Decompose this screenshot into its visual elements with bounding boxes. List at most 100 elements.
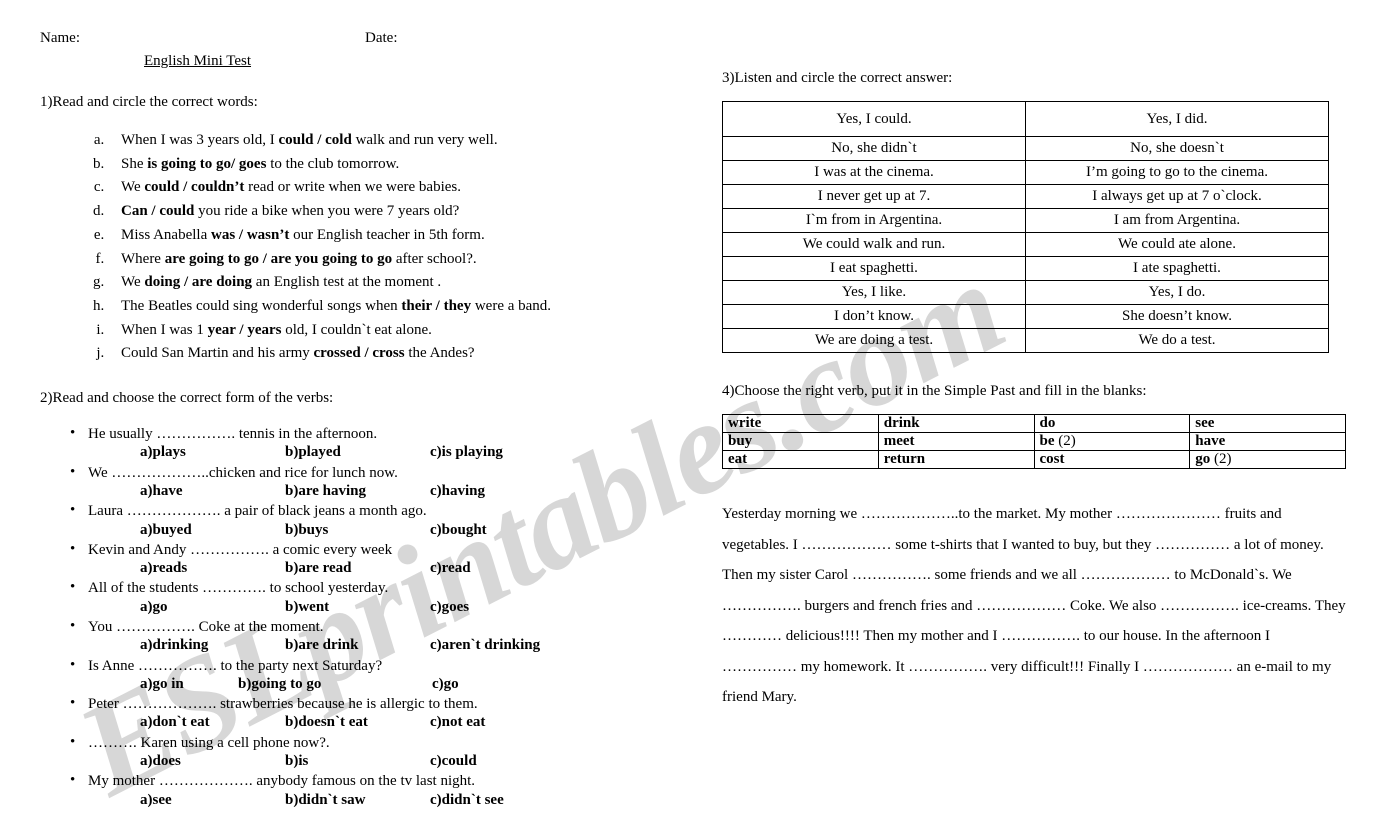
table-row: We are doing a test. We do a test.	[722, 328, 1329, 353]
option-b[interactable]: b)are having	[285, 483, 366, 500]
item-text-before: We	[121, 274, 145, 291]
verb-label: be	[1039, 433, 1055, 449]
exercise-1-item: Can / could you ride a bike when you wer…	[108, 200, 690, 224]
option-c[interactable]: c)not eat	[430, 714, 485, 731]
verb-bank-cell[interactable]: buy	[722, 432, 879, 451]
answers-table: Yes, I could. Yes, I did. No, she didn`t No…	[722, 101, 1329, 353]
option-a[interactable]: a)reads	[140, 560, 187, 577]
item-choice-pair[interactable]: Can / could	[121, 203, 194, 219]
table-row: I don’t know. She doesn’t know.	[722, 304, 1329, 329]
exercise-1-item: We could / couldn’t read or write when w…	[108, 176, 690, 200]
exercise-1-list: When I was 3 years old, I could / cold w…	[40, 129, 690, 366]
answer-option-left[interactable]: We could walk and run.	[722, 232, 1026, 257]
item-text-after: to the club tomorrow.	[266, 155, 400, 172]
answer-option-left[interactable]: I don’t know.	[722, 304, 1026, 329]
verb-bank-cell[interactable]: return	[877, 450, 1035, 469]
answer-option-right[interactable]: We could ate alone.	[1025, 232, 1329, 257]
item-choice-pair[interactable]: year / years	[208, 322, 282, 338]
verb-bank-cell[interactable]: see	[1189, 414, 1346, 433]
answer-option-right[interactable]: I’m going to go to the cinema.	[1025, 160, 1329, 185]
option-b[interactable]: b)went	[285, 599, 329, 616]
option-a[interactable]: a)see	[140, 792, 172, 809]
answer-option-right[interactable]: I always get up at 7 o`clock.	[1025, 184, 1329, 209]
option-a[interactable]: a)buyed	[140, 522, 192, 539]
option-b[interactable]: b)are drink	[285, 637, 358, 654]
item-choice-pair[interactable]: their / they	[401, 298, 471, 314]
answer-option-right[interactable]: Yes, I did.	[1025, 101, 1329, 137]
option-c[interactable]: c)having	[430, 483, 485, 500]
verb-bank-cell[interactable]: meet	[877, 432, 1035, 451]
verb-bank-cell[interactable]: go (2)	[1189, 450, 1346, 469]
exercise-2-heading: 2)Read and choose the correct form of th…	[40, 390, 334, 407]
item-choice-pair[interactable]: could / couldn’t	[144, 179, 244, 195]
exercise-2-options: a)go b)went c)goes	[40, 599, 690, 618]
item-choice-pair[interactable]: doing / are doing	[144, 274, 252, 290]
answer-option-left[interactable]: We are doing a test.	[722, 328, 1026, 353]
answer-option-left[interactable]: I eat spaghetti.	[722, 256, 1026, 281]
verb-bank-cell[interactable]: be (2)	[1033, 432, 1191, 451]
answer-option-left[interactable]: I was at the cinema.	[722, 160, 1026, 185]
option-a[interactable]: a)does	[140, 753, 181, 770]
option-b[interactable]: b)is	[285, 753, 308, 770]
verb-bank-cell[interactable]: drink	[877, 414, 1035, 433]
exercise-3: 3)Listen and circle the correct answer: …	[722, 70, 1352, 353]
answer-option-left[interactable]: I never get up at 7.	[722, 184, 1026, 209]
answer-option-right[interactable]: We do a test.	[1025, 328, 1329, 353]
verb-bank-cell[interactable]: have	[1189, 432, 1346, 451]
exercise-2-options: a)see b)didn`t saw c)didn`t see	[40, 792, 690, 811]
answer-option-left[interactable]: Yes, I like.	[722, 280, 1026, 305]
verb-bank-cell[interactable]: eat	[722, 450, 879, 469]
option-b[interactable]: b)didn`t saw	[285, 792, 365, 809]
verb-label: cost	[1039, 451, 1065, 467]
option-a[interactable]: a)plays	[140, 444, 186, 461]
option-c[interactable]: c)goes	[430, 599, 469, 616]
item-text-after: after school?.	[392, 250, 477, 267]
option-c[interactable]: c)go	[432, 676, 459, 693]
option-c[interactable]: c)is playing	[430, 444, 503, 461]
exercise-2-question: Laura ………………. a pair of black jeans a mo…	[40, 501, 690, 521]
item-choice-pair[interactable]: are going to go / are you going to go	[165, 251, 392, 267]
option-a[interactable]: a)go	[140, 599, 168, 616]
exercise-1-item: Could San Martin and his army crossed / …	[108, 342, 690, 366]
exercise-1-item: Where are going to go / are you going to…	[108, 248, 690, 272]
exercise-2-options: a)reads b)are read c)read	[40, 560, 690, 579]
answer-option-right[interactable]: No, she doesn`t	[1025, 136, 1329, 161]
verb-label: see	[1195, 415, 1215, 431]
option-b[interactable]: b)played	[285, 444, 341, 461]
option-b[interactable]: b)going to go	[238, 676, 321, 693]
option-b[interactable]: b)are read	[285, 560, 352, 577]
answer-option-right[interactable]: She doesn’t know.	[1025, 304, 1329, 329]
item-choice-pair[interactable]: could / cold	[278, 132, 351, 148]
option-c[interactable]: c)bought	[430, 522, 487, 539]
exercise-2-options: a)buyed b)buys c)bought	[40, 522, 690, 541]
answer-option-left[interactable]: No, she didn`t	[722, 136, 1026, 161]
option-b[interactable]: b)doesn`t eat	[285, 714, 368, 731]
option-c[interactable]: c)read	[430, 560, 471, 577]
item-choice-pair[interactable]: is going to go/ goes	[147, 156, 266, 172]
option-a[interactable]: a)don`t eat	[140, 714, 210, 731]
item-text-after: our English teacher in 5th form.	[289, 226, 485, 243]
answer-option-left[interactable]: I`m from in Argentina.	[722, 208, 1026, 233]
exercise-2-question: My mother ………………. anybody famous on the …	[40, 771, 690, 791]
table-row: I`m from in Argentina. I am from Argentin…	[722, 208, 1329, 233]
answer-option-right[interactable]: Yes, I do.	[1025, 280, 1329, 305]
worksheet-header: Name: Date: English Mini Test	[40, 30, 690, 72]
item-choice-pair[interactable]: was / wasn’t	[211, 227, 289, 243]
verb-bank-cell[interactable]: cost	[1033, 450, 1191, 469]
option-a[interactable]: a)go in	[140, 676, 184, 693]
cloze-text: Yesterday morning we ………………..to the mark…	[722, 506, 1346, 705]
option-a[interactable]: a)drinking	[140, 637, 208, 654]
answer-option-left[interactable]: Yes, I could.	[722, 101, 1026, 137]
option-b[interactable]: b)buys	[285, 522, 328, 539]
answer-option-right[interactable]: I ate spaghetti.	[1025, 256, 1329, 281]
item-choice-pair[interactable]: crossed / cross	[313, 345, 404, 361]
answer-option-right[interactable]: I am from Argentina.	[1025, 208, 1329, 233]
option-a[interactable]: a)have	[140, 483, 183, 500]
option-c[interactable]: c)aren`t drinking	[430, 637, 540, 654]
verb-bank-cell[interactable]: write	[722, 414, 879, 433]
option-c[interactable]: c)didn`t see	[430, 792, 504, 809]
exercise-1-item: When I was 1 year / years old, I couldn`…	[108, 319, 690, 343]
verb-bank-cell[interactable]: do	[1033, 414, 1191, 433]
verb-bank-row: eat return cost go (2)	[722, 450, 1346, 469]
option-c[interactable]: c)could	[430, 753, 477, 770]
